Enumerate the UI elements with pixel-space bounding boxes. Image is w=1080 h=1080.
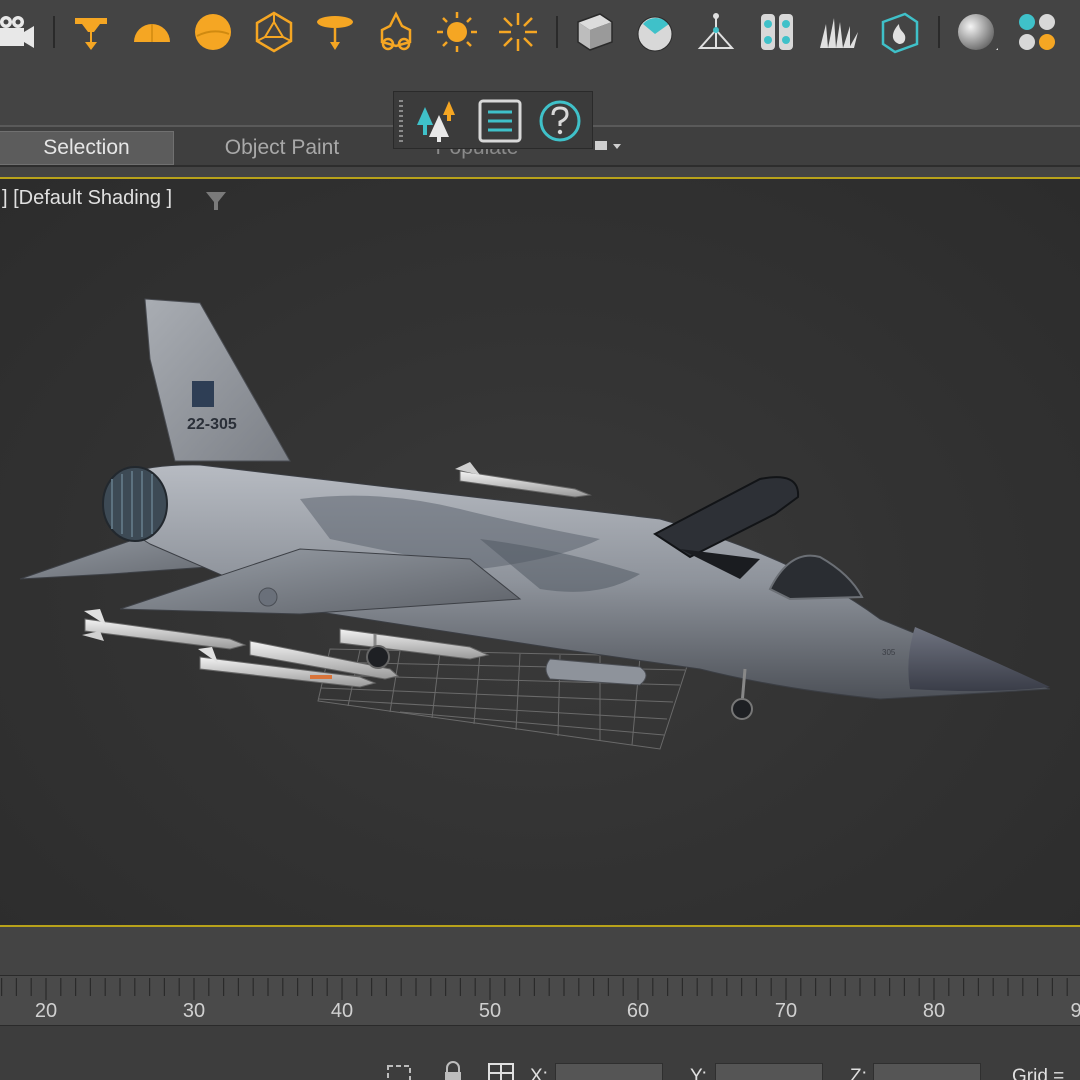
help-icon[interactable] <box>536 98 584 144</box>
jet-fighter-model[interactable]: 22-305 305 <box>0 179 1080 927</box>
skylight-sphere-icon[interactable] <box>189 8 237 56</box>
timeline-ruler[interactable]: 20 30 40 50 60 70 80 9 <box>0 975 1080 1025</box>
wingtip-missile <box>459 470 592 498</box>
viewport-bottom-gap <box>0 927 1080 975</box>
fire-box-icon[interactable] <box>875 8 923 56</box>
panel-drag-grip[interactable] <box>399 100 403 142</box>
standard-sphere-icon[interactable] <box>952 8 1000 56</box>
material-sphere-icon[interactable] <box>631 8 679 56</box>
ruler-label-60: 60 <box>626 1000 650 1022</box>
daylight-burst-icon[interactable] <box>494 8 542 56</box>
tab-selection[interactable]: Selection <box>0 131 174 165</box>
ruler-label-30: 30 <box>182 1000 206 1022</box>
camera-icon[interactable] <box>0 8 40 56</box>
x-coord-label: X: <box>530 1066 548 1080</box>
chevron-down-icon <box>595 141 621 150</box>
y-coord-field[interactable] <box>715 1063 823 1080</box>
canopy <box>768 554 864 601</box>
particle-cells-icon[interactable] <box>753 8 801 56</box>
ruler-ticks <box>0 978 1068 1000</box>
nose-number: 305 <box>882 648 896 657</box>
status-bar: X: Y: Z: Grid = <box>0 1025 1080 1080</box>
z-coord-label: Z: <box>850 1066 867 1080</box>
ruler-label-40: 40 <box>330 1000 354 1022</box>
ruler-label-70: 70 <box>774 1000 798 1022</box>
x-coord-field[interactable] <box>555 1063 663 1080</box>
ruler-label-50: 50 <box>478 1000 502 1022</box>
perspective-viewport[interactable]: ] [Default Shading ] 22-305 305 <box>0 177 1080 927</box>
list-icon[interactable] <box>476 98 524 144</box>
scatter-tripod-icon[interactable] <box>692 8 740 56</box>
grass-icon[interactable] <box>814 8 862 56</box>
photometric-bulb-icon[interactable] <box>372 8 420 56</box>
trees-icon[interactable] <box>412 98 460 144</box>
isolate-selection-icon[interactable] <box>384 1060 414 1080</box>
sun-icon[interactable] <box>433 8 481 56</box>
lock-icon[interactable] <box>438 1060 468 1080</box>
box-icon[interactable] <box>570 8 618 56</box>
geosphere-light-icon[interactable] <box>250 8 298 56</box>
z-coord-field[interactable] <box>873 1063 981 1080</box>
nose-cone <box>908 627 1050 692</box>
grid-size-label: Grid = <box>1012 1066 1065 1080</box>
absolute-mode-icon[interactable] <box>486 1060 516 1080</box>
drop-tank <box>545 658 647 686</box>
ruler-label-80: 80 <box>922 1000 946 1022</box>
spot-light-icon[interactable] <box>311 8 359 56</box>
tab-object-paint[interactable]: Object Paint <box>184 131 380 165</box>
omni-half-dome-icon[interactable] <box>128 8 176 56</box>
main-toolbar <box>0 0 1080 66</box>
vertical-stabilizer <box>144 298 291 462</box>
ruler-label-90: 9 <box>1070 1000 1080 1022</box>
tail-flag <box>192 381 214 407</box>
populate-floating-panel <box>393 91 593 149</box>
ribbon-options-dropdown[interactable] <box>588 132 628 160</box>
target-spot-icon[interactable] <box>67 8 115 56</box>
y-coord-label: Y: <box>690 1066 707 1080</box>
multi-material-icon[interactable] <box>1013 8 1061 56</box>
tail-number: 22-305 <box>187 416 237 433</box>
ruler-label-20: 20 <box>34 1000 58 1022</box>
